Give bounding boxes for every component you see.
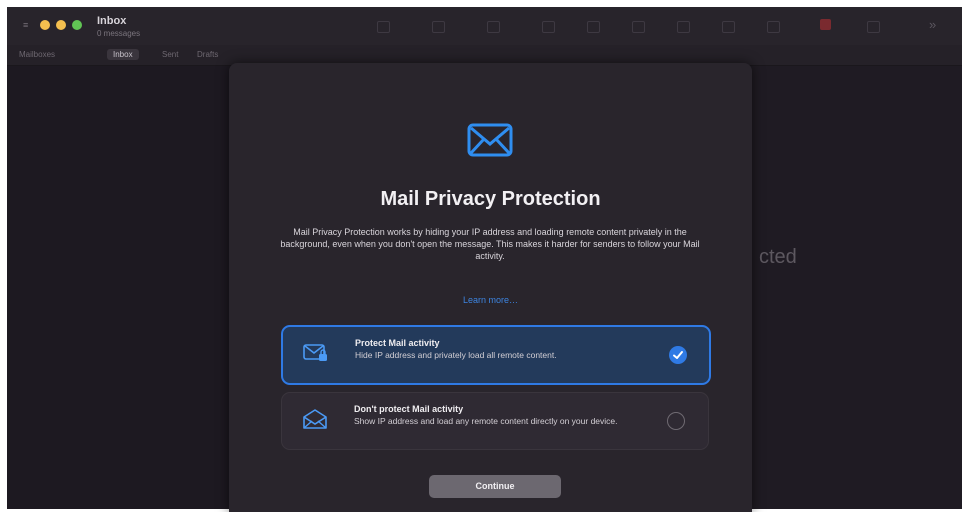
envelope-lock-icon [303,344,327,361]
forward-icon[interactable] [722,21,735,33]
tab-inbox[interactable]: Inbox [107,49,139,60]
flag-icon[interactable] [820,19,831,30]
title-bar: ≡ Inbox 0 messages » [7,7,962,45]
dont-protect-mail-option[interactable]: Don't protect Mail activity Show IP addr… [281,392,709,450]
privacy-sheet: Mail Privacy Protection Mail Privacy Pro… [229,63,752,512]
option-title: Don't protect Mail activity [354,404,464,414]
junk-icon[interactable] [587,21,600,33]
open-envelope-icon [303,409,327,429]
message-list-pane [7,66,235,509]
no-message-selected-text: cted [759,246,797,268]
more-chevron-icon[interactable]: » [929,17,936,32]
unselected-radio[interactable] [667,412,685,430]
tab-sent[interactable]: Sent [162,50,178,59]
sheet-title: Mail Privacy Protection [380,188,601,210]
tab-mailboxes[interactable]: Mailboxes [19,50,55,59]
continue-button[interactable]: Continue [429,475,561,498]
option-description: Show IP address and load any remote cont… [354,416,618,426]
checkmark-icon [673,351,683,359]
option-title: Protect Mail activity [355,338,440,348]
message-viewer-pane [759,66,962,509]
sheet-description: Mail Privacy Protection works by hiding … [280,227,700,261]
zoom-button-yellow[interactable] [56,20,66,30]
archive-icon[interactable] [487,21,500,33]
minimize-button[interactable] [40,20,50,30]
search-icon[interactable] [867,21,880,33]
envelope-icon [467,123,513,157]
filter-icon[interactable] [377,21,390,33]
compose-icon[interactable] [432,21,445,33]
selected-checkmark[interactable] [669,346,687,364]
reply-icon[interactable] [632,21,645,33]
sidebar-toggle-icon[interactable]: ≡ [23,21,31,30]
window-subtitle: 0 messages [97,29,141,38]
fullscreen-button[interactable] [72,20,82,30]
learn-more-link[interactable]: Learn more… [229,295,752,305]
move-icon[interactable] [767,21,780,33]
window-title: Inbox [97,15,127,27]
tab-drafts[interactable]: Drafts [197,50,218,59]
trash-icon[interactable] [542,21,555,33]
option-description: Hide IP address and privately load all r… [355,350,557,360]
reply-all-icon[interactable] [677,21,690,33]
protect-mail-option[interactable]: Protect Mail activity Hide IP address an… [281,325,711,385]
